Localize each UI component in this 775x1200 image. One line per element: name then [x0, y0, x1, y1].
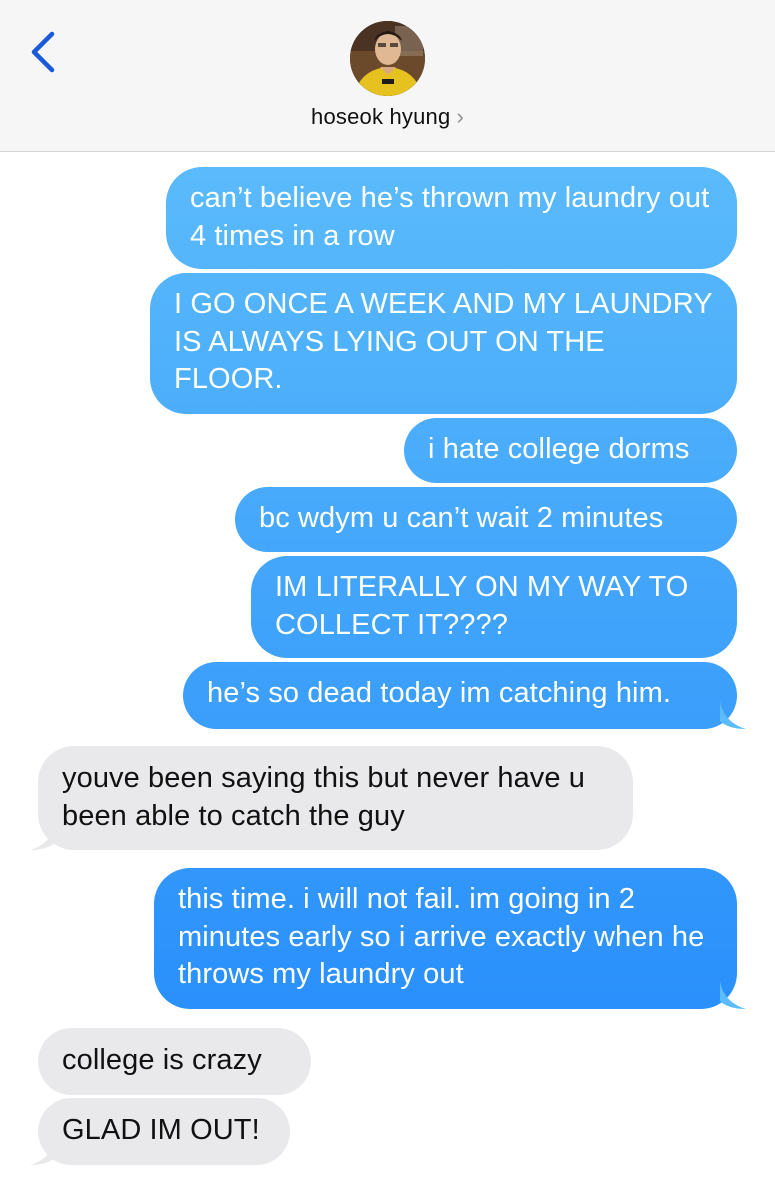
message-text: IM LITERALLY ON MY WAY TO COLLECT IT????	[275, 571, 689, 641]
message-thread[interactable]: can’t believe he’s thrown my laundry out…	[0, 152, 775, 1200]
chevron-left-icon	[31, 31, 55, 73]
message-bubble-outgoing[interactable]: i hate college dorms	[404, 418, 737, 483]
message-bubble-outgoing[interactable]: he’s so dead today im catching him.	[183, 662, 737, 729]
message-bubble-incoming[interactable]: GLAD IM OUT!	[38, 1098, 290, 1165]
messages-screen: hoseok hyung › can’t believe he’s thrown …	[0, 0, 775, 1200]
back-button[interactable]	[26, 30, 60, 74]
message-bubble-outgoing[interactable]: this time. i will not fail. im going in …	[154, 868, 737, 1009]
message-text: college is crazy	[62, 1044, 262, 1076]
contact-name: hoseok hyung	[311, 104, 451, 129]
message-text: I GO ONCE A WEEK AND MY LAUNDRY IS ALWAY…	[174, 288, 713, 395]
message-bubble-outgoing[interactable]: bc wdym u can’t wait 2 minutes	[235, 487, 737, 552]
message-text: this time. i will not fail. im going in …	[178, 883, 705, 990]
message-text: GLAD IM OUT!	[62, 1114, 260, 1146]
avatar[interactable]	[350, 21, 425, 96]
message-bubble-outgoing[interactable]: can’t believe he’s thrown my laundry out…	[166, 167, 737, 269]
message-bubble-incoming[interactable]: college is crazy	[38, 1028, 311, 1095]
message-bubble-outgoing[interactable]: I GO ONCE A WEEK AND MY LAUNDRY IS ALWAY…	[150, 273, 737, 414]
conversation-header: hoseok hyung ›	[0, 0, 775, 152]
message-text: bc wdym u can’t wait 2 minutes	[259, 502, 664, 534]
chevron-right-icon: ›	[456, 104, 464, 129]
message-bubble-outgoing[interactable]: IM LITERALLY ON MY WAY TO COLLECT IT????	[251, 556, 737, 658]
message-text: he’s so dead today im catching him.	[207, 677, 672, 709]
message-text: i hate college dorms	[428, 433, 690, 465]
message-text: youve been saying this but never have u …	[62, 762, 586, 832]
message-text: can’t believe he’s thrown my laundry out…	[190, 182, 710, 252]
contact-name-button[interactable]: hoseok hyung ›	[0, 104, 775, 130]
message-bubble-incoming[interactable]: youve been saying this but never have u …	[38, 746, 633, 850]
contact-photo	[350, 21, 425, 96]
